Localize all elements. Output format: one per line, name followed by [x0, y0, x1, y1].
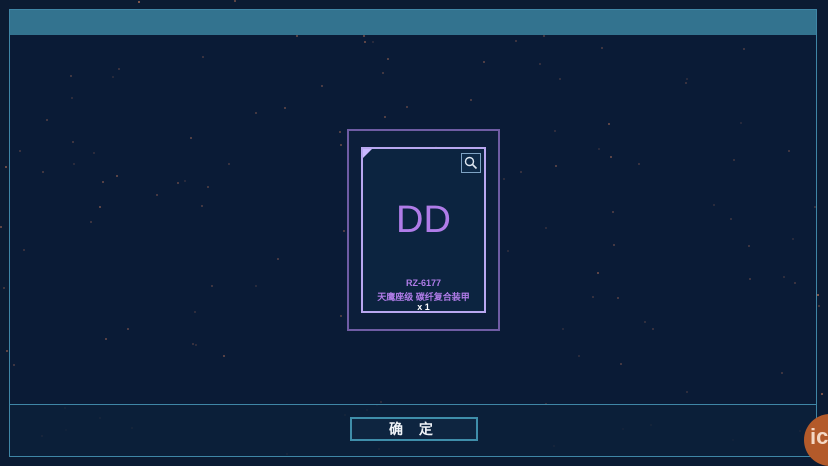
star-dot: [818, 305, 820, 307]
item-quantity: x 1: [417, 302, 430, 312]
star-dot: [817, 294, 819, 296]
dialog-header-bar: [10, 10, 816, 35]
search-icon: [464, 156, 478, 170]
item-icon: DD: [396, 199, 451, 241]
star-dot: [138, 1, 140, 3]
rarity-corner-mark: [363, 149, 372, 158]
star-dot: [5, 166, 7, 168]
inspect-button[interactable]: [461, 153, 481, 173]
confirm-button[interactable]: 确 定: [350, 417, 478, 441]
item-card[interactable]: DD RZ-6177 天鹰座级 碳纤复合装甲 x 1: [347, 129, 500, 331]
dialog-footer: 确 定: [10, 404, 816, 456]
star-dot: [3, 287, 5, 289]
item-code: RZ-6177: [405, 278, 441, 288]
star-dot: [0, 226, 2, 228]
reward-dialog: DD RZ-6177 天鹰座级 碳纤复合装甲 x 1 确 定: [9, 9, 817, 457]
star-dot: [821, 393, 823, 395]
star-dot: [234, 0, 236, 2]
item-card-inner: DD RZ-6177 天鹰座级 碳纤复合装甲 x 1: [361, 147, 486, 313]
star-dot: [6, 350, 8, 352]
